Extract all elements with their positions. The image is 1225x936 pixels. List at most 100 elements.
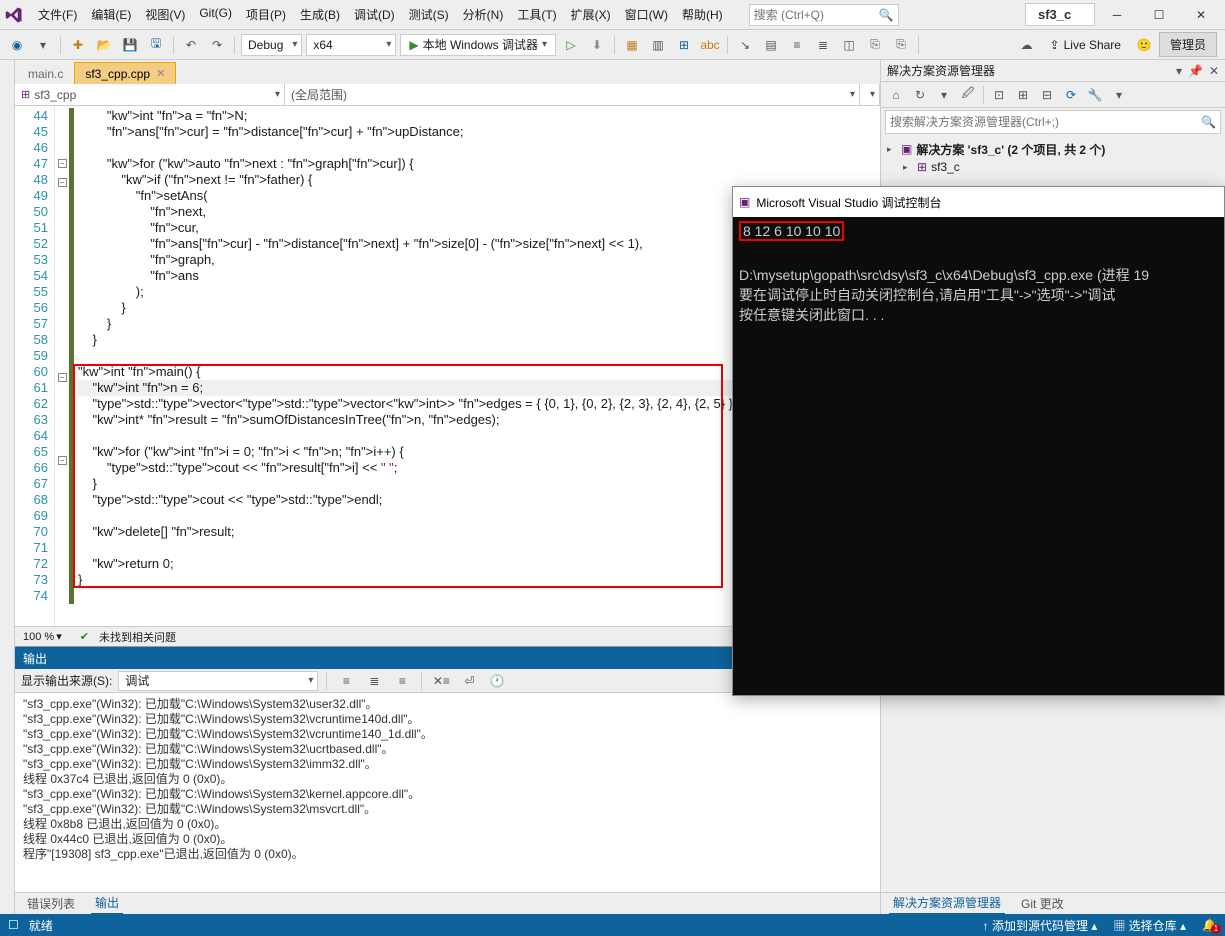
tb-icon-1[interactable]: ▦ <box>621 34 643 56</box>
menu-item[interactable]: 工具(T) <box>511 2 562 27</box>
close-button[interactable]: ✕ <box>1181 2 1221 28</box>
menu-item[interactable]: 扩展(X) <box>565 2 617 27</box>
solution-explorer-header: 解决方案资源管理器 ▾ 📌 ✕ <box>881 60 1225 82</box>
out-tb-3[interactable]: ≡ <box>391 670 413 692</box>
start-debug-button[interactable]: ▶ 本地 Windows 调试器 ▾ <box>400 34 556 56</box>
project-icon: ⊞ <box>21 88 30 101</box>
tb-icon-11[interactable]: ⎘ <box>890 34 912 56</box>
panel-pin-icon[interactable]: 📌 <box>1188 64 1203 78</box>
nav-project-combo[interactable]: ⊞ sf3_cpp <box>15 84 285 105</box>
menu-item[interactable]: 调试(D) <box>348 2 401 27</box>
minimize-button[interactable]: ─ <box>1097 2 1137 28</box>
sln-home-icon[interactable]: ⌂ <box>885 84 907 106</box>
live-share-icon: ⇪ <box>1050 38 1060 52</box>
menu-item[interactable]: 帮助(H) <box>676 2 729 27</box>
sln-tb-5[interactable]: ⊡ <box>988 84 1010 106</box>
notifications-button[interactable]: 🔔1 <box>1202 918 1217 932</box>
fold-gutter[interactable]: −−−− <box>55 106 69 626</box>
project-node[interactable]: ▸ ⊞ sf3_c <box>887 158 1219 176</box>
undo-button[interactable]: ↶ <box>180 34 202 56</box>
nav-member-combo[interactable] <box>860 84 880 105</box>
tab-git-changes[interactable]: Git 更改 <box>1017 893 1068 914</box>
main-menu: 文件(F)编辑(E)视图(V)Git(G)项目(P)生成(B)调试(D)测试(S… <box>32 2 729 27</box>
editor-tab[interactable]: main.c <box>17 62 74 84</box>
cloud-icon[interactable]: ☁ <box>1016 34 1038 56</box>
sln-tb-4[interactable]: 🖉 <box>957 84 979 106</box>
out-tb-1[interactable]: ≡ <box>335 670 357 692</box>
solution-search[interactable]: 🔍 <box>885 110 1221 134</box>
tb-icon-8[interactable]: ≣ <box>812 34 834 56</box>
repo-button[interactable]: ▦ 选择仓库 ▴ <box>1113 917 1186 934</box>
save-all-button[interactable]: 🖫 <box>145 34 167 56</box>
menu-item[interactable]: Git(G) <box>193 2 238 27</box>
sln-tb-10[interactable]: ▾ <box>1108 84 1130 106</box>
solution-node[interactable]: ▸ ▣ 解决方案 'sf3_c' (2 个项目, 共 2 个) <box>887 140 1219 158</box>
new-item-button[interactable]: ✚ <box>67 34 89 56</box>
sln-tb-9[interactable]: 🔧 <box>1084 84 1106 106</box>
menu-item[interactable]: 窗口(W) <box>619 2 674 27</box>
open-button[interactable]: 📂 <box>93 34 115 56</box>
config-combo[interactable]: Debug <box>241 34 302 56</box>
tb-icon-4[interactable]: abc <box>699 34 721 56</box>
zoom-combo[interactable]: 100 % ▾ <box>23 630 62 643</box>
vs-logo-icon <box>4 5 24 25</box>
nav-back-button[interactable]: ◉ <box>6 34 28 56</box>
out-tb-clear[interactable]: ✕≡ <box>430 670 452 692</box>
out-tb-wrap[interactable]: ⏎ <box>458 670 480 692</box>
tab-solution-explorer[interactable]: 解决方案资源管理器 <box>889 892 1005 915</box>
menu-item[interactable]: 文件(F) <box>32 2 83 27</box>
out-tb-2[interactable]: ≣ <box>363 670 385 692</box>
menu-item[interactable]: 分析(N) <box>457 2 510 27</box>
sln-tb-6[interactable]: ⊞ <box>1012 84 1034 106</box>
tab-output[interactable]: 输出 <box>91 892 123 915</box>
menu-item[interactable]: 生成(B) <box>294 2 346 27</box>
live-share-button[interactable]: ⇪ Live Share <box>1042 34 1129 56</box>
redo-button[interactable]: ↷ <box>206 34 228 56</box>
menu-item[interactable]: 项目(P) <box>240 2 292 27</box>
panel-menu-icon[interactable]: ▾ <box>1176 64 1182 78</box>
output-source-combo[interactable]: 调试 <box>118 671 318 691</box>
feedback-button[interactable]: 🙂 <box>1133 34 1155 56</box>
sln-tb-3[interactable]: ▾ <box>933 84 955 106</box>
tb-icon-7[interactable]: ≡ <box>786 34 808 56</box>
scm-button[interactable]: ↑ 添加到源代码管理 ▴ <box>983 917 1098 934</box>
tab-error-list[interactable]: 错误列表 <box>23 893 79 914</box>
solution-tree[interactable]: ▸ ▣ 解决方案 'sf3_c' (2 个项目, 共 2 个) ▸ ⊞ sf3_… <box>881 136 1225 180</box>
tb-icon-9[interactable]: ◫ <box>838 34 860 56</box>
nav-scope-combo[interactable]: (全局范围) <box>285 84 860 105</box>
panel-close-icon[interactable]: ✕ <box>1209 64 1219 78</box>
solution-search-input[interactable] <box>890 115 1201 129</box>
console-title-bar[interactable]: ▣ Microsoft Visual Studio 调试控制台 <box>733 187 1224 217</box>
tb-icon-6[interactable]: ▤ <box>760 34 782 56</box>
search-box[interactable]: 🔍 <box>749 4 899 26</box>
sln-tb-2[interactable]: ↻ <box>909 84 931 106</box>
menu-item[interactable]: 编辑(E) <box>85 2 137 27</box>
debug-console-window[interactable]: ▣ Microsoft Visual Studio 调试控制台 8 12 6 1… <box>732 186 1225 696</box>
bottom-tab-strip: 错误列表 输出 <box>15 892 880 914</box>
attach-button[interactable]: ⬇ <box>586 34 608 56</box>
start-no-debug-button[interactable]: ▷ <box>560 34 582 56</box>
editor-tab[interactable]: sf3_cpp.cpp✕ <box>74 62 176 84</box>
issues-label: 未找到相关问题 <box>99 629 176 645</box>
console-body[interactable]: 8 12 6 10 10 10 D:\mysetup\gopath\src\ds… <box>733 217 1224 695</box>
left-tool-rail <box>0 60 15 914</box>
console-output-highlight: 8 12 6 10 10 10 <box>739 221 844 241</box>
tb-icon-2[interactable]: ▥ <box>647 34 669 56</box>
save-button[interactable]: 💾 <box>119 34 141 56</box>
status-bar: ☐ 就绪 ↑ 添加到源代码管理 ▴ ▦ 选择仓库 ▴ 🔔1 <box>0 914 1225 936</box>
platform-combo[interactable]: x64 <box>306 34 396 56</box>
menu-item[interactable]: 视图(V) <box>139 2 191 27</box>
tb-icon-5[interactable]: ↘ <box>734 34 756 56</box>
sln-tb-8[interactable]: ⟳ <box>1060 84 1082 106</box>
search-input[interactable] <box>754 8 874 22</box>
close-tab-icon[interactable]: ✕ <box>156 67 165 80</box>
nav-bar: ⊞ sf3_cpp (全局范围) <box>15 84 880 106</box>
menu-item[interactable]: 测试(S) <box>403 2 455 27</box>
tb-icon-3[interactable]: ⊞ <box>673 34 695 56</box>
tb-icon-10[interactable]: ⎘ <box>864 34 886 56</box>
nav-fwd-button[interactable]: ▾ <box>32 34 54 56</box>
maximize-button[interactable]: ☐ <box>1139 2 1179 28</box>
sln-tb-7[interactable]: ⊟ <box>1036 84 1058 106</box>
out-tb-clock[interactable]: 🕐 <box>486 670 508 692</box>
output-body[interactable]: "sf3_cpp.exe"(Win32): 已加载"C:\Windows\Sys… <box>15 693 880 892</box>
